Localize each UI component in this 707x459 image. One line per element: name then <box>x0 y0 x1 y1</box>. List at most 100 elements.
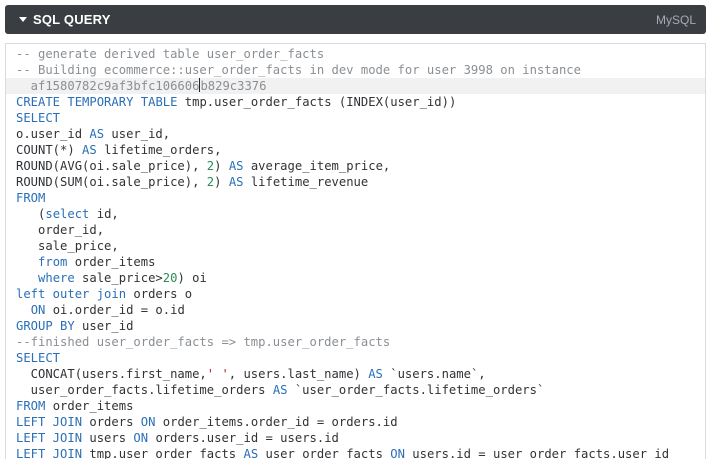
code-token: SELECT <box>16 111 61 125</box>
code-line[interactable]: sale_price, <box>16 238 705 254</box>
code-token: left outer join <box>16 287 127 301</box>
code-token: oi.order_id = o.id <box>45 303 185 317</box>
code-line[interactable]: (select id, <box>16 206 705 222</box>
code-token: ) oi <box>177 271 207 285</box>
code-token: FROM <box>16 191 46 205</box>
code-line[interactable]: user_order_facts.lifetime_orders AS `use… <box>16 382 705 398</box>
code-token: ON <box>30 303 46 317</box>
code-token: id, <box>89 207 119 221</box>
code-token: tmp.user_order_facts <box>82 447 244 459</box>
code-line[interactable]: -- Building ecommerce::user_order_facts … <box>16 62 705 78</box>
code-token: select <box>45 207 90 221</box>
code-line[interactable]: LEFT JOIN users ON orders.user_id = user… <box>16 430 705 446</box>
code-token: orders <box>82 415 141 429</box>
sql-code[interactable]: -- generate derived table user_order_fac… <box>6 46 705 459</box>
code-token: average_item_price, <box>243 159 391 173</box>
caret-down-icon[interactable] <box>19 17 27 22</box>
code-token: ROUND(SUM(oi.sale_price), <box>16 175 207 189</box>
code-line[interactable]: SELECT <box>16 110 705 126</box>
sql-dialect-label: MySQL <box>655 12 696 27</box>
code-line[interactable]: SELECT <box>16 350 705 366</box>
code-token: b829c3376 <box>200 79 267 93</box>
code-token: CREATE <box>16 95 61 109</box>
code-token: orders.user_id = users.id <box>148 431 339 445</box>
code-token: user_id <box>74 319 134 333</box>
code-token: from <box>38 255 68 269</box>
code-line[interactable]: COUNT(*) AS lifetime_orders, <box>16 142 705 158</box>
code-token: AS <box>89 127 105 141</box>
sql-editor[interactable]: -- generate derived table user_order_fac… <box>5 43 706 459</box>
code-token: AS <box>272 383 288 397</box>
code-line[interactable]: --finished user_order_facts => tmp.user_… <box>16 334 705 350</box>
code-token: order_id, <box>16 223 105 237</box>
code-token: sale_price, <box>16 239 119 253</box>
code-line[interactable]: -- generate derived table user_order_fac… <box>16 46 705 62</box>
code-token: user_order_facts <box>258 447 391 459</box>
code-token: ) <box>214 175 229 189</box>
code-line[interactable]: from order_items <box>16 254 705 270</box>
code-line[interactable]: order_id, <box>16 222 705 238</box>
code-line[interactable]: CONCAT(users.first_name,' ', users.last_… <box>16 366 705 382</box>
code-token: -- generate derived table user_order_fac… <box>16 47 325 61</box>
code-line[interactable]: LEFT JOIN orders ON order_items.order_id… <box>16 414 705 430</box>
code-token: user_id, <box>104 127 171 141</box>
code-line[interactable]: FROM <box>16 190 705 206</box>
code-token: users.id = user_order_facts.user_id <box>404 447 670 459</box>
code-line[interactable]: left outer join orders o <box>16 286 705 302</box>
code-token: lifetime_revenue <box>243 175 369 189</box>
code-token: , users.last_name) <box>228 367 369 381</box>
code-token: 20 <box>162 271 178 285</box>
code-token: orders o <box>126 287 193 301</box>
code-token: ON <box>140 415 156 429</box>
code-token: AS <box>243 447 259 459</box>
code-token: LEFT JOIN <box>16 415 83 429</box>
code-token: AS <box>228 175 244 189</box>
code-line[interactable]: FROM order_items <box>16 398 705 414</box>
code-token: sale_price> <box>74 271 163 285</box>
code-token: TEMPORARY <box>67 95 134 109</box>
code-token: user_order_facts.lifetime_orders <box>16 383 273 397</box>
code-token: AS <box>368 367 383 381</box>
code-line[interactable]: ROUND(AVG(oi.sale_price), 2) AS average_… <box>16 158 705 174</box>
code-line[interactable]: CREATE TEMPORARY TABLE tmp.user_order_fa… <box>16 94 705 110</box>
code-token: `user_order_facts.lifetime_orders` <box>287 383 545 397</box>
sql-query-header[interactable]: SQL QUERY MySQL <box>5 5 706 34</box>
code-token: GROUP BY <box>16 319 75 333</box>
code-token: LEFT JOIN <box>16 431 83 445</box>
code-line[interactable]: ON oi.order_id = o.id <box>16 302 705 318</box>
section-title: SQL QUERY <box>33 12 111 27</box>
code-token: af1580782c9af3bfc106606 <box>16 79 200 93</box>
code-token: LEFT JOIN <box>16 447 83 459</box>
code-token: ROUND(AVG(oi.sale_price), <box>16 159 207 173</box>
code-line[interactable]: GROUP BY user_id <box>16 318 705 334</box>
code-token: ' ' <box>206 367 229 381</box>
code-token: ( <box>16 207 46 221</box>
code-line[interactable]: o.user_id AS user_id, <box>16 126 705 142</box>
code-token: users <box>82 431 134 445</box>
code-token: order_items.order_id = orders.id <box>155 415 398 429</box>
code-token: lifetime_orders, <box>96 143 222 157</box>
code-token: -- Building ecommerce::user_order_facts … <box>16 63 581 77</box>
code-token: ON <box>133 431 149 445</box>
code-token: order_items <box>45 399 134 413</box>
code-token: TABLE <box>140 95 178 109</box>
code-token: FROM <box>16 399 46 413</box>
code-token: where <box>38 271 75 285</box>
code-token: AS <box>82 143 97 157</box>
code-line[interactable]: ROUND(SUM(oi.sale_price), 2) AS lifetime… <box>16 174 705 190</box>
code-token: CONCAT(users.first_name, <box>16 367 207 381</box>
code-token: ) <box>214 159 229 173</box>
code-token: COUNT(*) <box>16 143 83 157</box>
code-line[interactable]: where sale_price>20) oi <box>16 270 705 286</box>
code-token: SELECT <box>16 351 61 365</box>
code-token: o.user_id <box>16 127 90 141</box>
code-line[interactable]: LEFT JOIN tmp.user_order_facts AS user_o… <box>16 446 705 459</box>
code-token: ON <box>390 447 405 459</box>
code-token: AS <box>228 159 244 173</box>
code-line[interactable]: af1580782c9af3bfc106606b829c3376 <box>6 78 705 94</box>
code-token: `users.name`, <box>382 367 486 381</box>
